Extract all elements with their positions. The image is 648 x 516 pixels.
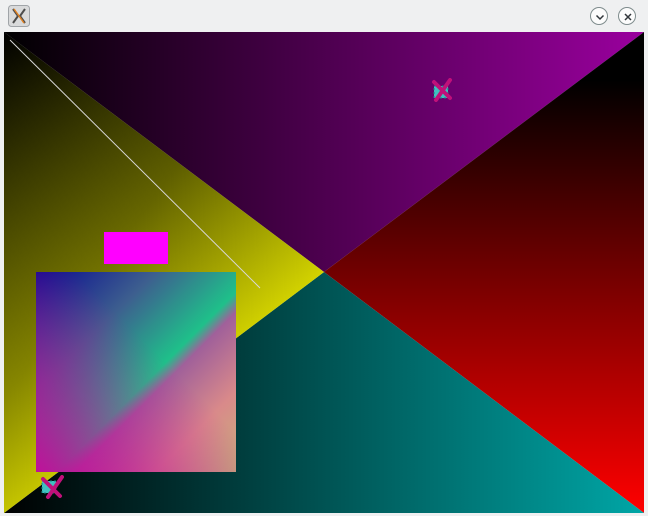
- x-marker-icon[interactable]: [430, 78, 454, 102]
- drawing-canvas[interactable]: [4, 32, 644, 513]
- close-icon: [624, 13, 632, 21]
- minimize-button[interactable]: [590, 7, 608, 25]
- magenta-rectangle[interactable]: [104, 232, 168, 264]
- app-icon[interactable]: [8, 5, 30, 27]
- x-marker-icon[interactable]: [40, 475, 64, 499]
- title-bar: [0, 0, 648, 32]
- chevron-down-icon: [595, 14, 605, 21]
- close-button[interactable]: [618, 7, 636, 25]
- gradient-square[interactable]: [36, 272, 236, 472]
